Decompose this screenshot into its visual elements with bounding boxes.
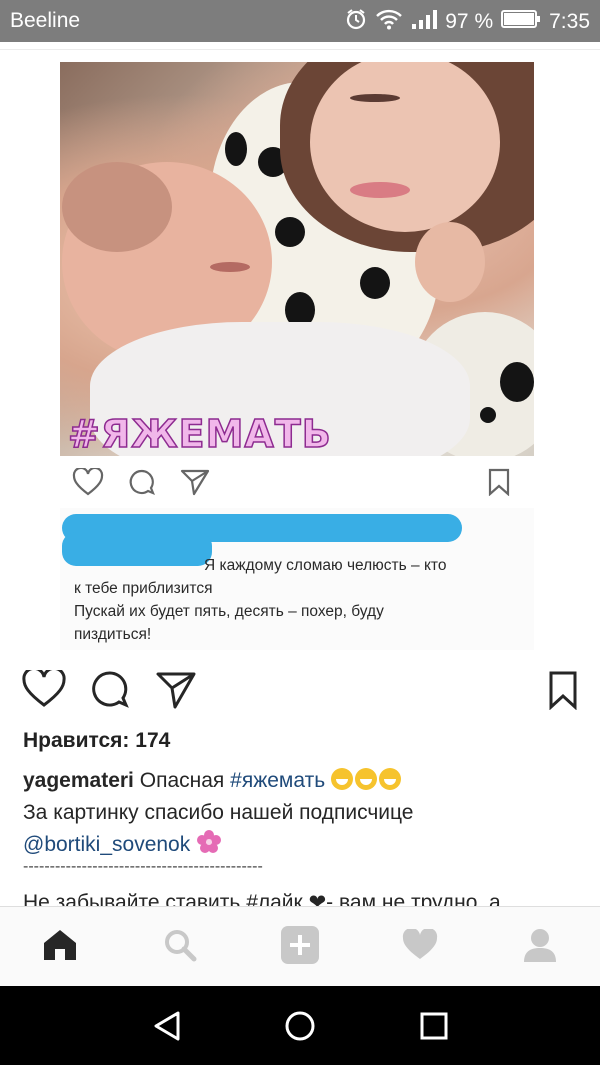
- system-nav-bar: [0, 986, 600, 1065]
- post-caption: yagemateri Опасная #яжемать За картинку …: [23, 765, 583, 865]
- caption-cutoff-line: Не забывайте ставить #лайк ❤- вам не тру…: [23, 888, 501, 906]
- app-header-strip: [0, 42, 600, 50]
- inner-bookmark-icon: [488, 468, 510, 496]
- inner-caption: Я каждому сломаю челюсть – кто к тебе пр…: [74, 554, 524, 646]
- caption-word: Опасная: [139, 769, 225, 792]
- inner-caption-line: Я каждому сломаю челюсть – кто: [204, 557, 447, 574]
- caption-hashtag[interactable]: #яжемать: [230, 769, 325, 792]
- activity-heart-icon[interactable]: [400, 925, 440, 965]
- inner-caption-line: к тебе приблизится: [74, 580, 213, 597]
- inner-comment-icon: [129, 469, 155, 495]
- home-icon[interactable]: [40, 925, 80, 965]
- like-heart-icon[interactable]: [22, 670, 66, 708]
- comment-icon[interactable]: [90, 670, 130, 710]
- inner-share-icon: [180, 469, 210, 496]
- hashtag-overlay: #ЯЖЕМАТЬ: [67, 411, 332, 456]
- mention-link[interactable]: @bortiki_sovenok: [23, 833, 190, 856]
- profile-icon[interactable]: [520, 925, 560, 965]
- back-icon[interactable]: [152, 1010, 184, 1042]
- caption-line: За картинку спасибо нашей подписчице: [23, 801, 414, 824]
- add-post-icon[interactable]: [280, 925, 320, 965]
- bookmark-icon[interactable]: [548, 670, 578, 710]
- caption-divider: ----------------------------------------…: [23, 858, 263, 875]
- post-actions: [0, 660, 600, 720]
- cut-text: Не забывайте ставить: [23, 891, 241, 906]
- recents-icon[interactable]: [420, 1012, 448, 1040]
- signal-icon: [411, 8, 438, 36]
- share-icon[interactable]: [155, 670, 197, 710]
- inner-caption-line: пиздиться!: [74, 626, 152, 643]
- likes-count[interactable]: Нравится: 174: [23, 729, 170, 753]
- alarm-icon: [345, 8, 367, 36]
- battery-percent: 97 %: [445, 10, 494, 33]
- home-circle-icon[interactable]: [284, 1010, 316, 1042]
- status-bar: Beeline 97 % 7:35: [0, 0, 600, 42]
- inner-caption-line: Пускай их будет пять, десять – похер, бу…: [74, 603, 384, 620]
- carrier-name: Beeline: [10, 9, 81, 32]
- cut-hashtag[interactable]: #лайк: [246, 891, 303, 906]
- laughing-emoji-icon: [378, 768, 401, 790]
- photo-mother-and-baby: #ЯЖЕМАТЬ: [60, 62, 534, 456]
- heart-emoji-icon: ❤: [308, 891, 327, 906]
- wifi-icon: [375, 8, 403, 36]
- laughing-emoji-icon: [330, 768, 353, 790]
- post-image[interactable]: #ЯЖЕМАТЬ Я каждому сломаю челюсть – кто …: [60, 62, 534, 650]
- bottom-nav: [0, 906, 600, 986]
- inner-heart-icon: [72, 468, 104, 496]
- battery-icon: [501, 9, 541, 35]
- inner-post-actions: [60, 456, 534, 508]
- clock: 7:35: [549, 10, 590, 33]
- laughing-emoji-icon: [354, 768, 377, 790]
- post-username[interactable]: yagemateri: [23, 769, 134, 792]
- cut-text: - вам не трудно, а: [326, 891, 501, 906]
- search-icon[interactable]: [160, 925, 200, 965]
